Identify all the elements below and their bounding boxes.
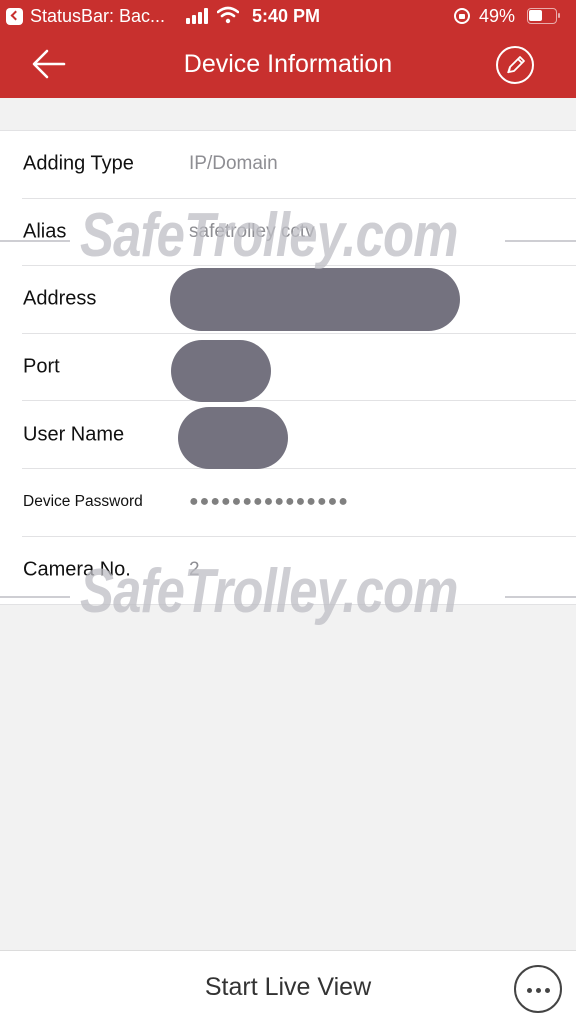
more-button[interactable] [514,965,562,1013]
row-port[interactable]: Port [22,334,576,402]
back-to-app-icon[interactable] [6,8,23,25]
camera-no-value: 2 [189,559,200,581]
more-horizontal-icon [545,988,550,993]
device-info-form: Adding Type IP/Domain Alias safetrolley … [0,130,576,606]
page-title: Device Information [183,50,393,78]
address-redacted-value [170,268,460,332]
status-app-name[interactable]: StatusBar: Bac... [30,6,165,27]
alias-value: safetrolley cctv [189,220,315,242]
battery-icon [527,8,560,24]
adding-type-value: IP/Domain [189,153,278,175]
user-name-redacted-value [178,407,288,470]
pencil-icon [507,56,525,74]
status-bar: StatusBar: Bac... 5:40 PM 49% [0,0,576,34]
wifi-icon [217,6,239,24]
bottom-bar: Start Live View [0,950,576,1024]
device-password-label: Device Password [23,493,143,511]
row-address[interactable]: Address [22,266,576,334]
address-label: Address [23,287,97,310]
signal-icon [186,8,212,24]
camera-no-label: Camera No. [23,558,131,581]
app-header: StatusBar: Bac... 5:40 PM 49% Device Inf… [0,0,576,98]
more-horizontal-icon [536,988,541,993]
battery-percent: 49% [479,6,516,26]
row-user-name[interactable]: User Name [22,401,576,470]
row-device-password[interactable]: Device Password ●●●●●●●●●●●●●●● [22,469,576,537]
row-adding-type[interactable]: Adding Type IP/Domain [22,131,576,199]
user-name-label: User Name [23,423,125,446]
more-horizontal-icon [527,988,532,993]
port-label: Port [23,355,60,378]
adding-type-label: Adding Type [23,152,134,175]
device-password-value: ●●●●●●●●●●●●●●● [189,493,349,511]
port-redacted-value [171,339,271,402]
start-live-view-button[interactable]: Start Live View [0,973,576,1002]
alias-label: Alias [23,220,67,243]
rotation-lock-icon [454,8,470,24]
status-time: 5:40 PM [252,6,321,26]
row-camera-no[interactable]: Camera No. 2 [22,537,576,605]
edit-button[interactable] [496,46,534,84]
row-alias[interactable]: Alias safetrolley cctv [22,199,576,267]
